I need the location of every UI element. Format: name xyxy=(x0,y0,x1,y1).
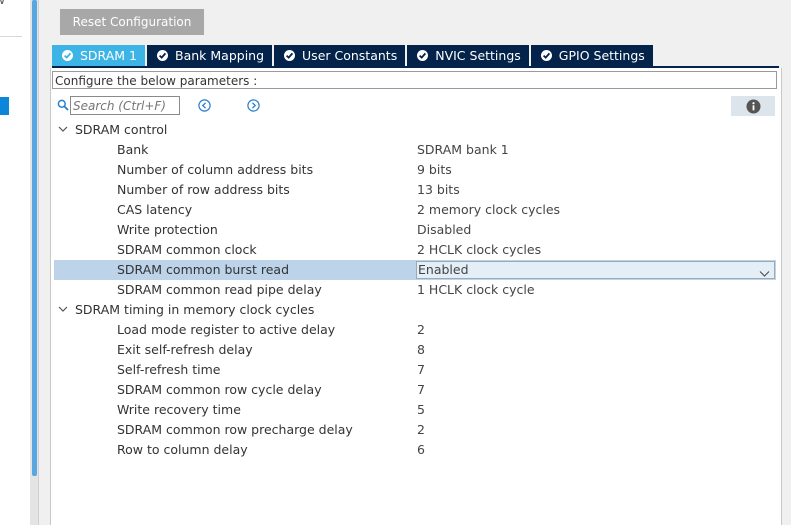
previous-result-button[interactable] xyxy=(198,99,211,112)
param-name: SDRAM common read pipe delay xyxy=(117,282,322,297)
tab-label: Bank Mapping xyxy=(175,48,265,63)
param-row[interactable]: Self-refresh time 7 xyxy=(54,360,776,380)
configure-parameters-label: Configure the below parameters : xyxy=(52,71,777,89)
left-scrollbar[interactable] xyxy=(30,0,38,525)
param-value[interactable]: 8 xyxy=(417,340,425,360)
param-row[interactable]: Load mode register to active delay 2 xyxy=(54,320,776,340)
burst-read-dropdown[interactable]: Enabled xyxy=(416,261,775,279)
group-title: SDRAM timing in memory clock cycles xyxy=(75,302,315,317)
search-icon xyxy=(57,99,69,114)
param-row[interactable]: SDRAM common row cycle delay 7 xyxy=(54,380,776,400)
param-row[interactable]: Write recovery time 5 xyxy=(54,400,776,420)
param-value[interactable]: 7 xyxy=(417,360,425,380)
param-name: SDRAM common clock xyxy=(117,242,257,257)
param-name: Number of column address bits xyxy=(117,162,314,177)
tab-bank-mapping[interactable]: Bank Mapping xyxy=(147,45,273,66)
param-value[interactable]: 13 bits xyxy=(417,180,460,200)
search-input[interactable] xyxy=(70,96,180,115)
param-row[interactable]: Number of column address bits 9 bits xyxy=(54,160,776,180)
param-name: Bank xyxy=(117,142,149,157)
param-name: CAS latency xyxy=(117,202,193,217)
parameter-settings-panel: Configure the below parameters : SDRAM c… xyxy=(50,68,782,525)
param-name: Exit self-refresh delay xyxy=(117,342,253,357)
info-icon xyxy=(746,99,760,113)
param-value[interactable]: SDRAM bank 1 xyxy=(417,140,509,160)
left-tree-panel: ∨ xyxy=(0,0,30,525)
param-row[interactable]: SDRAM common read pipe delay 1 HCLK cloc… xyxy=(54,280,776,300)
arrow-left-icon xyxy=(198,99,211,112)
group-header-sdram-control[interactable]: SDRAM control xyxy=(54,120,776,140)
arrow-right-icon xyxy=(247,99,260,112)
group-header-sdram-timing[interactable]: SDRAM timing in memory clock cycles xyxy=(54,300,776,320)
param-name: SDRAM common row precharge delay xyxy=(117,422,353,437)
tab-label: NVIC Settings xyxy=(435,48,521,63)
divider xyxy=(0,36,22,37)
param-value[interactable]: 2 xyxy=(417,320,425,340)
param-value[interactable]: 2 HCLK clock cycles xyxy=(417,240,541,260)
configuration-pane: Reset Configuration SDRAM 1 Bank Mapping… xyxy=(44,0,785,525)
info-button[interactable] xyxy=(731,96,775,116)
tree-selection-marker[interactable] xyxy=(0,97,9,115)
param-row[interactable]: CAS latency 2 memory clock cycles xyxy=(54,200,776,220)
tab-label: GPIO Settings xyxy=(558,48,645,63)
param-value[interactable]: 9 bits xyxy=(417,160,452,180)
param-name: Write protection xyxy=(117,222,218,237)
param-name: Self-refresh time xyxy=(117,362,221,377)
check-circle-icon xyxy=(284,50,296,61)
param-value[interactable]: 6 xyxy=(417,440,425,460)
check-circle-icon xyxy=(157,50,169,61)
param-row[interactable]: Write protection Disabled xyxy=(54,220,776,240)
scrollbar-thumb[interactable] xyxy=(32,0,37,476)
tab-user-constants[interactable]: User Constants xyxy=(274,45,406,66)
param-name: Load mode register to active delay xyxy=(117,322,336,337)
param-row[interactable]: Row to column delay 6 xyxy=(54,440,776,460)
param-name: SDRAM common row cycle delay xyxy=(117,382,322,397)
param-value[interactable]: 5 xyxy=(417,400,425,420)
next-result-button[interactable] xyxy=(247,99,260,112)
param-name: Row to column delay xyxy=(117,442,248,457)
tab-nvic-settings[interactable]: NVIC Settings xyxy=(407,45,529,66)
check-circle-icon xyxy=(540,50,552,61)
param-row[interactable]: SDRAM common row precharge delay 2 xyxy=(54,420,776,440)
group-title: SDRAM control xyxy=(75,122,168,137)
param-row[interactable]: Number of row address bits 13 bits xyxy=(54,180,776,200)
tab-bar: SDRAM 1 Bank Mapping User Constants NVIC… xyxy=(52,45,655,66)
param-value[interactable]: 1 HCLK clock cycle xyxy=(417,280,535,300)
param-value[interactable]: 2 memory clock cycles xyxy=(417,200,560,220)
param-name: Number of row address bits xyxy=(117,182,290,197)
tab-label: SDRAM 1 xyxy=(80,48,138,63)
param-row[interactable]: SDRAM common clock 2 HCLK clock cycles xyxy=(54,240,776,260)
param-row[interactable]: Exit self-refresh delay 8 xyxy=(54,340,776,360)
reset-configuration-button[interactable]: Reset Configuration xyxy=(60,9,204,35)
param-row-selected[interactable]: SDRAM common burst read Enabled xyxy=(54,260,776,280)
param-value[interactable]: 7 xyxy=(417,380,425,400)
tab-label: User Constants xyxy=(302,48,398,63)
check-circle-icon xyxy=(417,50,429,61)
check-circle-icon xyxy=(62,50,73,61)
param-name: SDRAM common burst read xyxy=(117,262,289,277)
dropdown-value: Enabled xyxy=(418,262,469,277)
chevron-down-icon[interactable]: ∨ xyxy=(0,0,6,7)
tab-sdram-1[interactable]: SDRAM 1 xyxy=(52,45,146,66)
param-row[interactable]: Bank SDRAM bank 1 xyxy=(54,140,776,160)
tab-gpio-settings[interactable]: GPIO Settings xyxy=(530,45,653,66)
param-value[interactable]: Disabled xyxy=(417,220,471,240)
param-value[interactable]: 2 xyxy=(417,420,425,440)
param-name: Write recovery time xyxy=(117,402,241,417)
